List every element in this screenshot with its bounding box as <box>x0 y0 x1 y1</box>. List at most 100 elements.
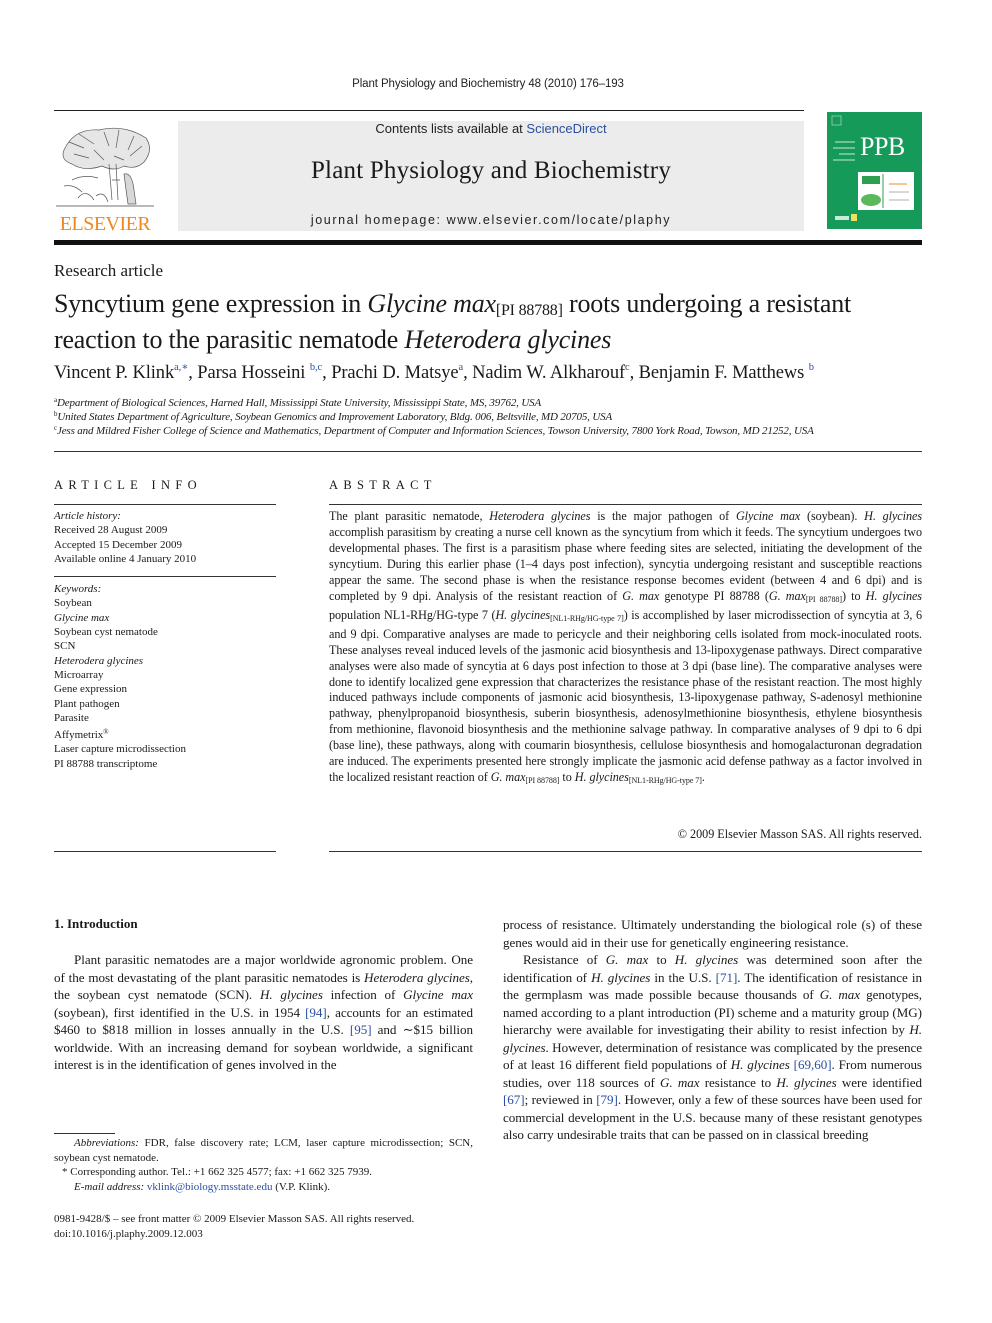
front-matter: 0981-9428/$ – see front matter © 2009 El… <box>54 1212 494 1241</box>
text-run: The plant parasitic nematode, <box>329 509 490 523</box>
header-top-rule <box>54 110 804 111</box>
title-species: Glycine max <box>367 289 496 318</box>
italic-text-run: H. glycines <box>495 607 551 622</box>
author-affiliation-mark[interactable]: c <box>625 362 630 373</box>
affiliation-text: United States Department of Agriculture,… <box>57 411 613 423</box>
issn-line: 0981-9428/$ – see front matter © 2009 El… <box>54 1213 415 1225</box>
affiliation: aDepartment of Biological Sciences, Harn… <box>54 396 541 409</box>
abstract-bottom-rule <box>329 851 922 852</box>
publisher-name: ELSEVIER <box>59 213 151 235</box>
text-run: Corresponding author. Tel.: +1 662 325 4… <box>67 1166 372 1178</box>
keyword: Plant pathogen <box>54 697 120 710</box>
sciencedirect-link[interactable]: ScienceDirect <box>526 121 606 136</box>
subscript-text: [PI 88788] <box>805 594 842 604</box>
abstract-copyright: © 2009 Elsevier Masson SAS. All rights r… <box>677 827 922 841</box>
abstract-heading: ABSTRACT <box>329 478 437 492</box>
journal-title: Plant Physiology and Biochemistry <box>310 157 672 184</box>
keyword: Gene expression <box>54 683 128 696</box>
header-bottom-rule <box>54 240 922 245</box>
italic-text-run: H. glycines <box>865 588 922 603</box>
text-run: (soybean). <box>800 509 865 523</box>
text-run: to <box>648 952 675 967</box>
subscript-text: [NL1-RHg/HG-type 7] <box>550 613 624 623</box>
citation-link[interactable]: [79] <box>596 1092 618 1107</box>
author[interactable]: Vincent P. Klinka,∗ <box>54 362 188 383</box>
text-run: in the U.S. <box>650 969 716 985</box>
abstract-body: The plant parasitic nematode, Heterodera… <box>329 509 922 789</box>
doi-link[interactable]: doi:10.1016/j.plaphy.2009.12.003 <box>54 1227 494 1242</box>
keyword: Laser capture microdissection <box>54 743 186 756</box>
italic-text-run: G. max <box>605 952 649 967</box>
author[interactable]: Prachi D. Matsyea <box>331 362 464 383</box>
author-affiliation-mark[interactable]: a,∗ <box>174 362 188 373</box>
author[interactable]: Parsa Hosseini b,c <box>197 362 322 383</box>
italic-text-run: H. glycines <box>259 987 323 1002</box>
journal-cover-thumbnail[interactable]: PPB <box>827 112 922 229</box>
keyword: Parasite <box>54 711 89 724</box>
keyword: SCN <box>54 640 76 653</box>
title-block-rule <box>54 451 922 452</box>
affiliation-text: Jess and Mildred Fisher College of Scien… <box>56 425 814 437</box>
keywords-rule <box>54 576 276 578</box>
title-part: Syncytium gene expression in <box>54 289 368 318</box>
corresponding-author-footnote: * Corresponding author. Tel.: +1 662 325… <box>54 1165 473 1180</box>
author-list: Vincent P. Klinka,∗, Parsa Hosseini b,c,… <box>54 362 814 383</box>
keyword: Heterodera glycines <box>54 654 144 667</box>
intro-paragraph: Plant parasitic nematodes are a major wo… <box>54 951 473 1074</box>
text-run: ) to <box>842 588 866 603</box>
citation-link[interactable]: [69,60] <box>794 1057 832 1072</box>
email-label: E-mail address: <box>74 1180 145 1193</box>
text-run: resistance to <box>699 1074 777 1090</box>
intro-paragraph: Resistance of G. max to H. glycines was … <box>503 951 922 1144</box>
author[interactable]: Benjamin F. Matthews b <box>638 362 814 383</box>
text-run: . <box>701 770 705 785</box>
abstract-rule <box>329 504 922 505</box>
online-date: Available online 4 January 2010 <box>54 552 197 565</box>
intro-paragraph: process of resistance. Ultimately unders… <box>503 917 922 950</box>
trademark-mark: ® <box>103 728 109 737</box>
email-footnote: E-mail address: vklink@biology.msstate.e… <box>54 1180 473 1195</box>
author-affiliation-mark[interactable]: a <box>459 362 464 373</box>
keyword-text: Affymetrix <box>54 729 104 742</box>
accepted-date: Accepted 15 December 2009 <box>54 538 182 551</box>
author-affiliation-mark[interactable]: b,c <box>310 362 322 373</box>
article-info-heading: ARTICLE INFO <box>54 478 202 492</box>
history-label: Article history: <box>54 510 121 522</box>
italic-text-run: H. glycines <box>574 770 629 785</box>
text-run: (soybean), first identified in the U.S. … <box>54 1004 306 1020</box>
article-type: Research article <box>54 261 164 280</box>
italic-text-run: Glycine max <box>735 509 801 523</box>
italic-text-run: Heterodera glycines <box>364 969 470 985</box>
italic-text-run: G. max <box>622 588 660 603</box>
section-heading-introduction: 1. Introduction <box>54 916 138 931</box>
cover-art-icon <box>831 115 914 221</box>
text-run: to <box>559 770 575 785</box>
italic-text-run: Glycine max <box>403 987 473 1002</box>
email-link[interactable]: vklink@biology.msstate.edu <box>147 1181 273 1193</box>
citation-link[interactable]: [94] <box>305 1005 327 1020</box>
running-head: Plant Physiology and Biochemistry 48 (20… <box>352 78 624 90</box>
affiliation: cJess and Mildred Fisher College of Scie… <box>54 424 814 437</box>
article-info: Article history: Received 28 August 2009… <box>54 509 276 771</box>
text-run: population NL1-RHg/HG-type 7 ( <box>329 607 496 622</box>
citation-link[interactable]: [71] <box>716 970 738 985</box>
keyword: Soybean cyst nematode <box>54 626 158 639</box>
author-name: Benjamin F. Matthews <box>638 363 805 383</box>
title-species: Heterodera glycines <box>404 325 612 354</box>
author-affiliation-mark[interactable]: b <box>809 362 814 373</box>
author-name: Nadim W. Alkharouf <box>472 363 626 383</box>
text-run: were identified <box>836 1074 922 1090</box>
keyword: Soybean <box>54 597 92 610</box>
keyword: Glycine max <box>54 611 110 624</box>
keywords-label: Keywords: <box>54 583 102 596</box>
italic-text-run: G. max <box>490 770 526 785</box>
italic-text-run: H. glycines <box>674 952 739 967</box>
affiliation: bUnited States Department of Agriculture… <box>54 410 612 423</box>
citation-link[interactable]: [95] <box>350 1022 372 1037</box>
cover-abbreviation: PPB <box>860 132 905 161</box>
journal-homepage-link[interactable]: journal homepage: www.elsevier.com/locat… <box>178 213 804 227</box>
text-run: ) is accomplished by laser microdissecti… <box>329 607 922 785</box>
italic-text-run: G. max <box>660 1074 700 1090</box>
citation-link[interactable]: [67] <box>503 1092 525 1107</box>
author[interactable]: Nadim W. Alkharoufc <box>472 362 630 383</box>
